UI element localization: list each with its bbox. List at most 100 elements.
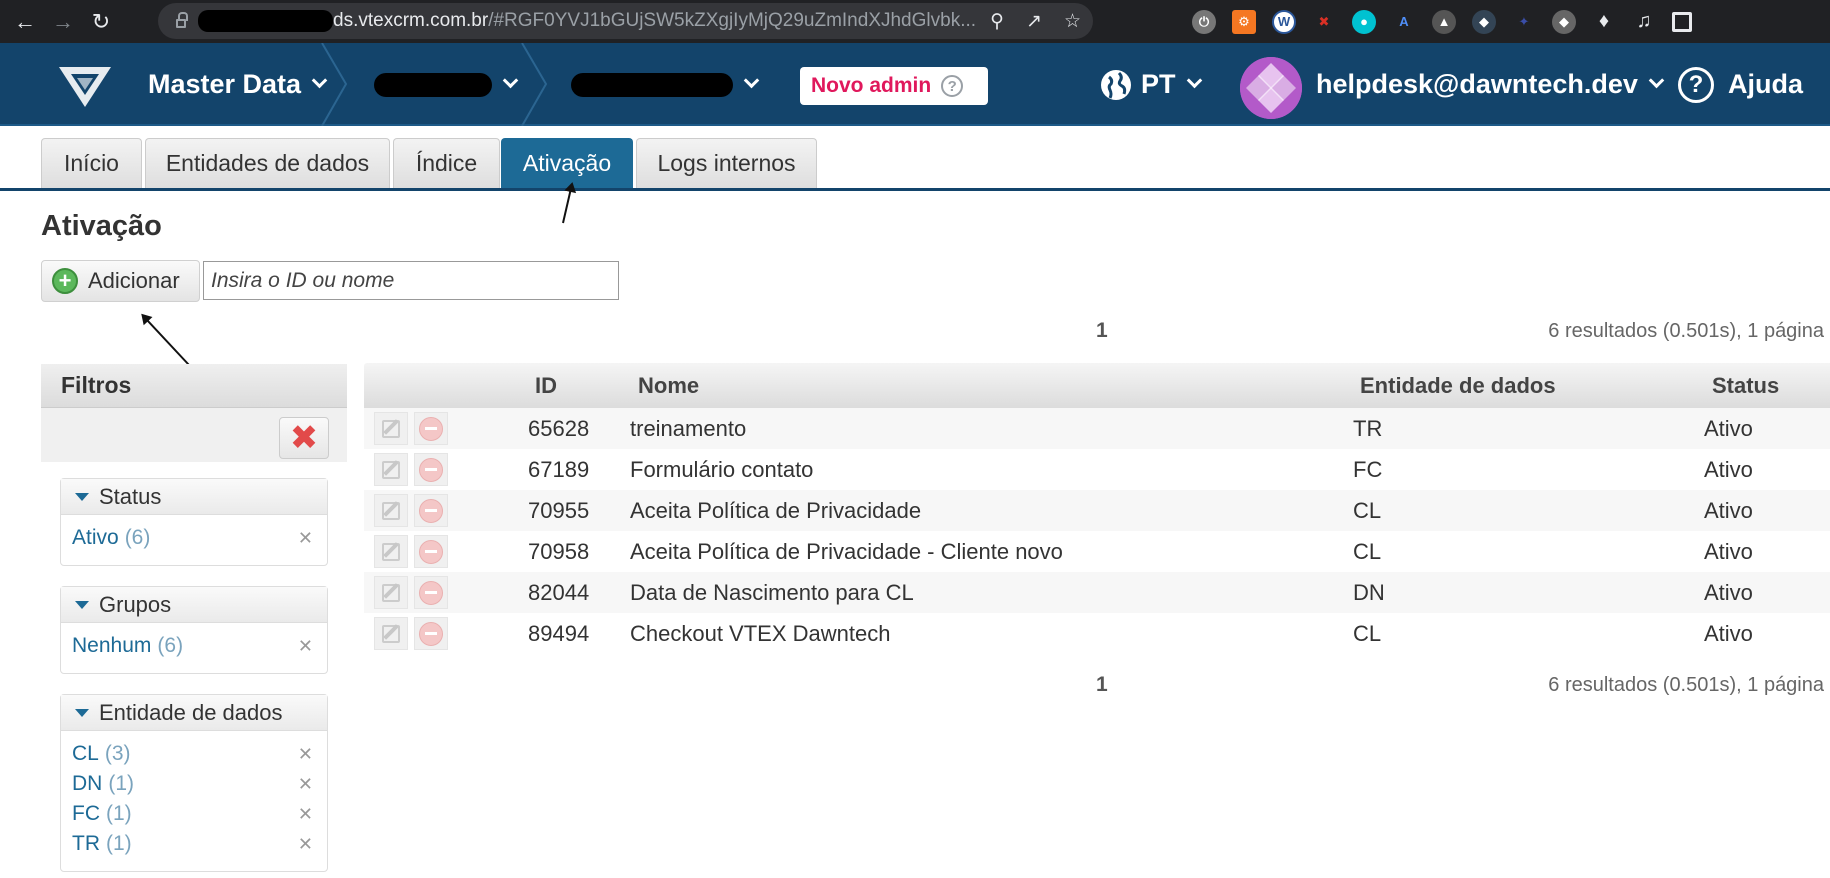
edit-button[interactable] (374, 494, 408, 527)
filter-option[interactable]: TR (1) ✕ (61, 829, 327, 859)
breadcrumb-separator (521, 43, 548, 126)
language-selector[interactable]: PT (1099, 43, 1202, 126)
filter-option[interactable]: DN (1) ✕ (61, 769, 327, 799)
delete-button[interactable] (414, 412, 448, 445)
help-icon: ? (1678, 66, 1714, 103)
annotation-arrow-tab (562, 183, 573, 224)
delete-button[interactable] (414, 576, 448, 609)
filter-option[interactable]: FC (1) ✕ (61, 799, 327, 829)
remove-filter-icon[interactable]: ✕ (298, 834, 313, 855)
minus-circle-icon (419, 539, 443, 564)
sidepanel-icon[interactable] (1672, 11, 1692, 32)
filter-option[interactable]: Nenhum (6) ✕ (61, 631, 327, 661)
filter-option[interactable]: Ativo (6) ✕ (61, 523, 327, 553)
minus-circle-icon (419, 621, 443, 646)
remove-filter-icon[interactable]: ✕ (298, 774, 313, 795)
translate-extension-icon[interactable]: A (1392, 10, 1416, 34)
pencil-icon (382, 501, 400, 520)
reload-icon[interactable]: ↻ (82, 3, 120, 41)
edit-button[interactable] (374, 453, 408, 486)
filters-body: Status Ativo (6) ✕ Grupos Nenhum (6) ✕ Ent… (41, 462, 347, 878)
tab-inicio[interactable]: Início (41, 138, 142, 188)
search-input[interactable] (203, 261, 619, 300)
puzzle-icon[interactable]: ♦ (1592, 10, 1616, 34)
remove-filter-icon[interactable]: ✕ (298, 636, 313, 657)
bird-extension-icon[interactable]: ✦ (1512, 10, 1536, 34)
caret-down-icon (75, 600, 89, 609)
forward-icon[interactable]: → (44, 3, 82, 41)
tab-indice[interactable]: Índice (393, 138, 500, 188)
filter-group-entidade: Entidade de dados CL (3) ✕ DN (1) ✕ FC (1) … (60, 694, 328, 872)
browser-toolbar: ← → ↻ ds.vtexcrm.com.br/#RGF0YVJ1bGUjSW5… (0, 0, 1830, 43)
breadcrumb-separator (321, 43, 348, 126)
novo-admin-button[interactable]: Novo admin? (800, 67, 988, 105)
remove-filter-icon[interactable]: ✕ (298, 744, 313, 765)
activation-table: ID Nome Entidade de dados Status 65628 t… (364, 363, 1830, 654)
filters-panel: Filtros ✖ Status Ativo (6) ✕ Grupos Nenhu… (41, 364, 347, 878)
column-header-status[interactable]: Status (1712, 373, 1779, 399)
power-extension-icon[interactable]: ⏻ (1192, 9, 1216, 34)
filter-group-grupos: Grupos Nenhum (6) ✕ (60, 586, 328, 674)
column-header-entidade[interactable]: Entidade de dados (1360, 373, 1556, 399)
share-icon[interactable]: ↗ (1026, 10, 1042, 33)
column-header-nome[interactable]: Nome (638, 373, 699, 399)
filter-option[interactable]: CL (3) ✕ (61, 739, 327, 769)
add-button[interactable]: + Adicionar (41, 260, 200, 302)
pencil-icon (382, 542, 400, 561)
url-text: ds.vtexcrm.com.br/#RGF0YVJ1bGUjSW5kZXgjI… (333, 10, 977, 31)
edit-button[interactable] (374, 412, 408, 445)
redacted-url-part (198, 10, 333, 32)
edit-button[interactable] (374, 535, 408, 568)
delete-button[interactable] (414, 494, 448, 527)
angular-extension-icon[interactable]: ▲ (1432, 9, 1456, 34)
filter-group-toggle[interactable]: Grupos (61, 587, 327, 623)
pencil-icon (382, 419, 400, 438)
tab-entidades-de-dados[interactable]: Entidades de dados (145, 138, 390, 188)
remove-filter-icon[interactable]: ✕ (298, 804, 313, 825)
filter-group-toggle[interactable]: Entidade de dados (61, 695, 327, 731)
column-header-id[interactable]: ID (535, 373, 557, 399)
extensions-bar: ⏻ ⚙ W ✖ ● A ▲ ◆ ✦ ◆ ♦ ♫ (1192, 0, 1692, 43)
chat-extension-icon[interactable]: ● (1352, 9, 1376, 34)
hubspot-extension-icon[interactable]: ⚙ (1232, 9, 1256, 34)
plus-circle-icon: + (52, 268, 78, 294)
chevron-down-icon (1186, 72, 1202, 89)
results-summary-bottom: 6 resultados (0.501s), 1 página (1548, 674, 1824, 696)
word-extension-icon[interactable]: W (1272, 9, 1296, 34)
store-selector[interactable] (571, 43, 760, 126)
question-icon: ? (941, 75, 964, 97)
clear-filters-button[interactable]: ✖ (279, 417, 329, 459)
tab-logs-internos[interactable]: Logs internos (636, 138, 817, 188)
filter-group-toggle[interactable]: Status (61, 479, 327, 515)
settings-extension-icon[interactable]: ◆ (1552, 9, 1576, 34)
tab-bar: Início Entidades de dados Índice Ativaçã… (0, 138, 1830, 191)
app-selector[interactable]: Master Data (148, 43, 328, 126)
filters-title: Filtros (41, 364, 347, 408)
redacted-store (571, 72, 733, 97)
back-icon[interactable]: ← (6, 3, 44, 41)
account-selector[interactable] (374, 43, 519, 126)
pencil-icon (382, 583, 400, 602)
user-menu[interactable]: helpdesk@dawntech.dev (1316, 43, 1665, 126)
eye-extension-icon[interactable]: ✖ (1312, 10, 1336, 34)
annotation-arrow-add (141, 314, 190, 366)
vpn-extension-icon[interactable]: ◆ (1472, 9, 1496, 34)
star-icon[interactable]: ☆ (1064, 10, 1081, 33)
remove-filter-icon[interactable]: ✕ (298, 528, 313, 549)
delete-button[interactable] (414, 453, 448, 486)
help-button[interactable]: ? Ajuda (1678, 43, 1803, 126)
app-header: Master Data Novo admin? PT helpdesk@dawn… (0, 43, 1830, 126)
address-bar[interactable]: ds.vtexcrm.com.br/#RGF0YVJ1bGUjSW5kZXgjI… (158, 3, 1093, 39)
zoom-icon[interactable]: ⚲ (990, 10, 1004, 33)
pencil-icon (382, 624, 400, 643)
delete-button[interactable] (414, 617, 448, 650)
redacted-account (374, 72, 492, 97)
avatar[interactable] (1240, 57, 1302, 119)
media-icon[interactable]: ♫ (1632, 10, 1656, 34)
pagination-current-top[interactable]: 1 (1096, 319, 1108, 343)
pagination-current-bottom[interactable]: 1 (1096, 673, 1108, 697)
delete-button[interactable] (414, 535, 448, 568)
edit-button[interactable] (374, 617, 408, 650)
edit-button[interactable] (374, 576, 408, 609)
minus-circle-icon (419, 498, 443, 523)
